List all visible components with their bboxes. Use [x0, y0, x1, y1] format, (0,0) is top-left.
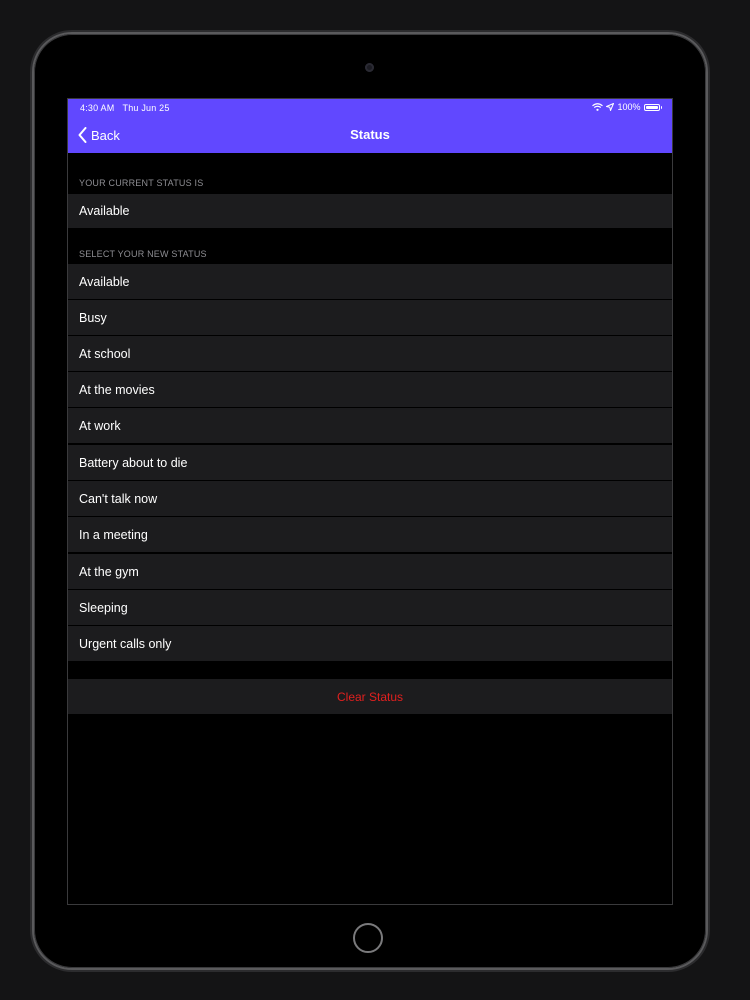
home-button[interactable] [353, 923, 383, 953]
battery-percentage: 100% [617, 102, 641, 112]
status-option-sleeping[interactable]: Sleeping [68, 590, 672, 626]
status-option-label: Sleeping [79, 600, 128, 615]
status-option-label: At the movies [79, 382, 155, 397]
battery-fill [645, 105, 658, 109]
current-status-value: Available [79, 204, 130, 218]
current-status-cell: Available [68, 193, 672, 229]
clear-status-label: Clear Status [336, 689, 404, 704]
status-option-label: In a meeting [79, 527, 148, 542]
status-option-at-school[interactable]: At school [68, 336, 672, 372]
page-title: Status [350, 127, 390, 142]
status-indicators: 100% [592, 102, 662, 112]
status-option-label: At the gym [79, 564, 139, 579]
battery-icon [643, 103, 660, 111]
status-time-value: 4:30 AM [80, 103, 115, 113]
status-option-at-work[interactable]: At work [68, 408, 672, 444]
new-status-header: SELECT YOUR NEW STATUS [79, 249, 207, 259]
status-option-at-the-gym[interactable]: At the gym [68, 554, 672, 590]
status-date-value: Thu Jun 25 [122, 103, 170, 113]
status-option-label: At work [79, 418, 121, 433]
status-option-label: Busy [79, 310, 107, 325]
front-camera [365, 63, 374, 72]
wifi-icon [592, 103, 604, 111]
clear-status-button[interactable]: Clear Status [68, 679, 672, 714]
status-option-urgent-calls-only[interactable]: Urgent calls only [68, 626, 672, 662]
status-option-label: Urgent calls only [79, 636, 172, 651]
status-option-label: Available [79, 274, 130, 289]
status-option-available[interactable]: Available [68, 264, 672, 300]
status-option-busy[interactable]: Busy [68, 300, 672, 336]
status-time: 4:30 AM Thu Jun 25 [80, 103, 170, 113]
screen: 4:30 AM Thu Jun 25 100% Back Status YOUR… [67, 98, 673, 905]
status-option-battery-about-to-die[interactable]: Battery about to die [68, 445, 672, 481]
status-option-label: Can't talk now [79, 491, 158, 506]
status-bar: 4:30 AM Thu Jun 25 100% [68, 99, 672, 117]
current-status-header: YOUR CURRENT STATUS IS [79, 178, 204, 188]
status-option-label: Battery about to die [79, 455, 188, 470]
status-option-cant-talk-now[interactable]: Can't talk now [68, 481, 672, 517]
battery-tip [660, 105, 662, 109]
status-option-at-the-movies[interactable]: At the movies [68, 372, 672, 408]
location-arrow-icon [606, 103, 615, 111]
status-option-in-a-meeting[interactable]: In a meeting [68, 517, 672, 553]
status-option-label: At school [79, 346, 131, 361]
navigation-bar: 4:30 AM Thu Jun 25 100% Back Status [68, 99, 672, 153]
